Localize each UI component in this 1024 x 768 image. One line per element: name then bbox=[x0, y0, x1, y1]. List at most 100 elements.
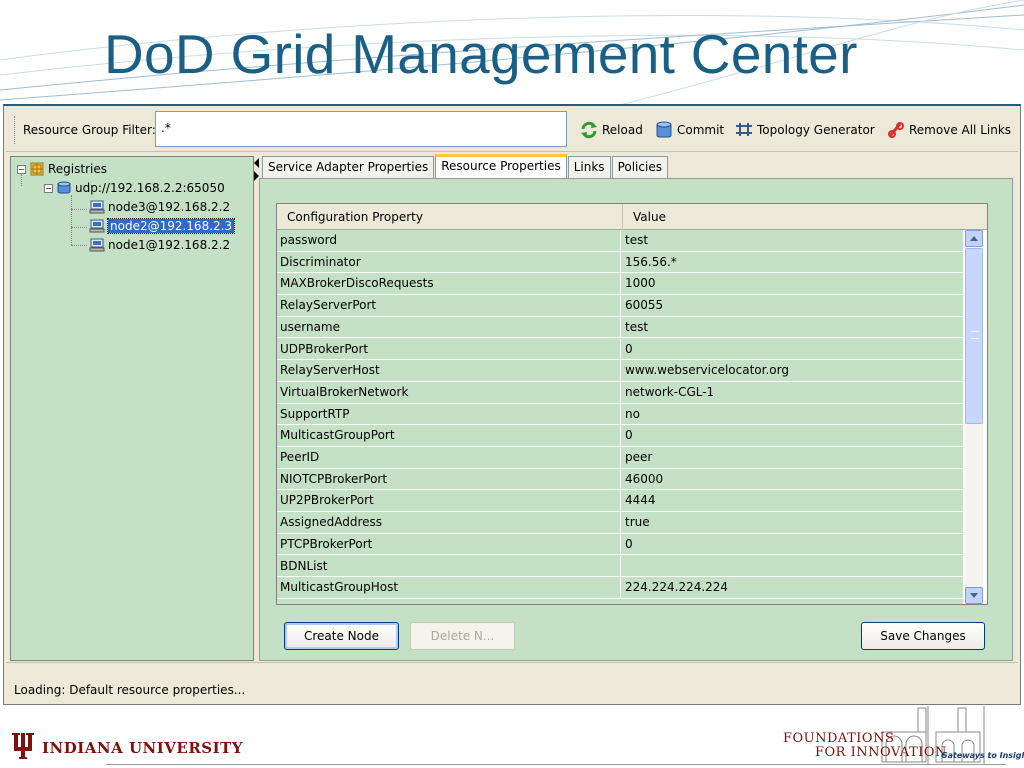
collapse-icon[interactable]: − bbox=[17, 164, 26, 174]
table-row[interactable]: username test bbox=[277, 316, 963, 339]
cell-property-value[interactable]: 156.56.* bbox=[623, 252, 963, 273]
topology-generator-button[interactable]: Topology Generator bbox=[734, 119, 875, 141]
table-row[interactable]: MulticastGroupPort 0 bbox=[277, 425, 963, 447]
filter-label: Resource Group Filter: bbox=[23, 123, 156, 137]
cell-property-name: UDPBrokerPort bbox=[277, 338, 621, 360]
cell-property-value[interactable]: 46000 bbox=[623, 469, 963, 490]
chevron-up-icon bbox=[970, 236, 978, 241]
cell-property-value[interactable]: 0 bbox=[623, 425, 963, 446]
cell-property-value[interactable] bbox=[623, 556, 963, 577]
cell-property-value[interactable]: www.webservicelocator.org bbox=[623, 360, 963, 381]
cell-property-value[interactable]: no bbox=[623, 404, 963, 425]
table-row[interactable]: Discriminator 156.56.* bbox=[277, 251, 963, 274]
collapse-left-arrow-icon[interactable] bbox=[254, 158, 259, 168]
properties-table: Configuration Property Value password tes… bbox=[276, 203, 988, 605]
scroll-thumb[interactable] bbox=[965, 248, 983, 424]
table-row[interactable]: SupportRTP no bbox=[277, 403, 963, 426]
table-row[interactable]: UP2PBrokerPort 4444 bbox=[277, 490, 963, 513]
scroll-up-button[interactable] bbox=[965, 230, 983, 247]
table-row[interactable]: NIOTCPBrokerPort 46000 bbox=[277, 468, 963, 491]
tree-label-registries: Registries bbox=[48, 162, 107, 176]
toolbar-grip[interactable] bbox=[14, 116, 17, 144]
iu-trident-logo bbox=[12, 731, 34, 761]
cell-property-name: username bbox=[277, 316, 621, 338]
remove-links-icon bbox=[888, 122, 904, 138]
resource-group-filter-input[interactable]: .* bbox=[155, 111, 567, 147]
table-row[interactable]: AssignedAddress true bbox=[277, 512, 963, 534]
cell-property-value[interactable]: test bbox=[623, 230, 963, 251]
ffi-logo-line1: FOUNDATIONS bbox=[783, 731, 895, 746]
slide: DoD Grid Management Center Resource Grou… bbox=[0, 0, 1024, 768]
cell-property-value[interactable]: 4444 bbox=[623, 490, 963, 511]
cell-property-value[interactable]: test bbox=[623, 317, 963, 338]
cell-property-name: AssignedAddress bbox=[277, 512, 621, 534]
table-row[interactable]: PTCPBrokerPort 0 bbox=[277, 533, 963, 556]
registry-folder-icon bbox=[30, 162, 44, 176]
tree-label-node: node2@192.168.2.3 bbox=[106, 218, 236, 234]
thumb-grip-icon bbox=[971, 331, 979, 339]
tree-item-registry[interactable]: − udp://192.168.2.2:65050 bbox=[44, 179, 225, 197]
tree-item-node[interactable]: node1@192.168.2.2 bbox=[89, 236, 230, 254]
toolbar: Resource Group Filter: .* Reload Commit bbox=[6, 108, 1018, 152]
status-text: Loading: Default resource properties... bbox=[14, 683, 246, 697]
tree-label-registry: udp://192.168.2.2:65050 bbox=[75, 181, 225, 195]
cell-property-name: VirtualBrokerNetwork bbox=[277, 381, 621, 403]
cell-property-value[interactable]: 0 bbox=[623, 339, 963, 360]
cell-property-value[interactable]: 0 bbox=[623, 534, 963, 555]
cell-property-value[interactable]: 1000 bbox=[623, 273, 963, 294]
table-row[interactable]: PeerID peer bbox=[277, 447, 963, 469]
cell-property-value[interactable]: 60055 bbox=[623, 295, 963, 316]
scroll-down-button[interactable] bbox=[965, 587, 983, 604]
table-row[interactable]: MulticastGroupHost 224.224.224.224 bbox=[277, 577, 963, 599]
cell-property-value[interactable]: true bbox=[623, 512, 963, 533]
collapse-icon[interactable]: − bbox=[44, 183, 53, 193]
table-row[interactable]: RelayServerHost www.webservicelocator.org bbox=[277, 360, 963, 382]
tree-item-node[interactable]: node3@192.168.2.2 bbox=[89, 198, 230, 216]
cell-property-name: RelayServerPort bbox=[277, 295, 621, 317]
cell-property-name: MAXBrokerDiscoRequests bbox=[277, 273, 621, 295]
save-changes-button[interactable]: Save Changes bbox=[861, 622, 985, 650]
reload-icon bbox=[581, 121, 597, 139]
computer-icon bbox=[89, 238, 105, 252]
tab-resource-properties[interactable]: Resource Properties bbox=[435, 154, 567, 178]
resource-tree: − Registries − udp://192.168.2.2:65050 n… bbox=[10, 156, 254, 661]
commit-button[interactable]: Commit bbox=[654, 119, 724, 141]
cell-property-value[interactable]: network-CGL-1 bbox=[623, 382, 963, 403]
tab-links[interactable]: Links bbox=[567, 156, 611, 178]
indiana-university-wordmark: INDIANA UNIVERSITY bbox=[42, 739, 244, 757]
cell-property-name: PTCPBrokerPort bbox=[277, 533, 621, 555]
tab-service-adapter-properties[interactable]: Service Adapter Properties bbox=[262, 156, 435, 178]
table-row[interactable]: password test bbox=[277, 230, 963, 252]
create-node-button[interactable]: Create Node bbox=[284, 622, 399, 650]
cell-property-name: RelayServerHost bbox=[277, 360, 621, 382]
ffi-tagline: Gateways to Insight bbox=[941, 751, 1024, 760]
tab-policies[interactable]: Policies bbox=[611, 156, 668, 178]
delete-node-button[interactable]: Delete N... bbox=[410, 622, 515, 650]
column-header-property[interactable]: Configuration Property bbox=[277, 204, 623, 230]
cell-property-value[interactable]: peer bbox=[623, 447, 963, 468]
table-row[interactable]: BDNList bbox=[277, 555, 963, 578]
table-row[interactable]: MAXBrokerDiscoRequests 1000 bbox=[277, 273, 963, 296]
reload-button[interactable]: Reload bbox=[579, 119, 643, 141]
cell-property-name: SupportRTP bbox=[277, 403, 621, 425]
application-window: Resource Group Filter: .* Reload Commit bbox=[3, 104, 1021, 705]
table-vertical-scrollbar[interactable] bbox=[965, 230, 983, 604]
ffi-logo-line2: FOR INNOVATION bbox=[815, 745, 947, 760]
tree-item-registries[interactable]: − Registries bbox=[17, 160, 107, 178]
computer-icon bbox=[89, 200, 105, 214]
remove-all-links-button[interactable]: Remove All Links bbox=[886, 119, 1011, 141]
cell-property-name: PeerID bbox=[277, 447, 621, 468]
tree-item-node-selected[interactable]: node2@192.168.2.3 bbox=[89, 217, 236, 235]
table-row[interactable]: VirtualBrokerNetwork network-CGL-1 bbox=[277, 381, 963, 404]
table-row[interactable]: RelayServerPort 60055 bbox=[277, 295, 963, 317]
remove-all-links-label: Remove All Links bbox=[909, 123, 1012, 137]
table-header: Configuration Property Value bbox=[277, 204, 987, 230]
cell-property-value[interactable]: 224.224.224.224 bbox=[623, 577, 963, 598]
table-row[interactable]: UDPBrokerPort 0 bbox=[277, 338, 963, 361]
reload-label: Reload bbox=[602, 123, 643, 137]
cell-property-name: UP2PBrokerPort bbox=[277, 490, 621, 512]
table-body: password test Discriminator 156.56.* MAXBrok… bbox=[277, 230, 963, 604]
slide-title: DoD Grid Management Center bbox=[104, 23, 858, 85]
column-header-value[interactable]: Value bbox=[623, 204, 963, 230]
cell-property-name: password bbox=[277, 230, 621, 251]
